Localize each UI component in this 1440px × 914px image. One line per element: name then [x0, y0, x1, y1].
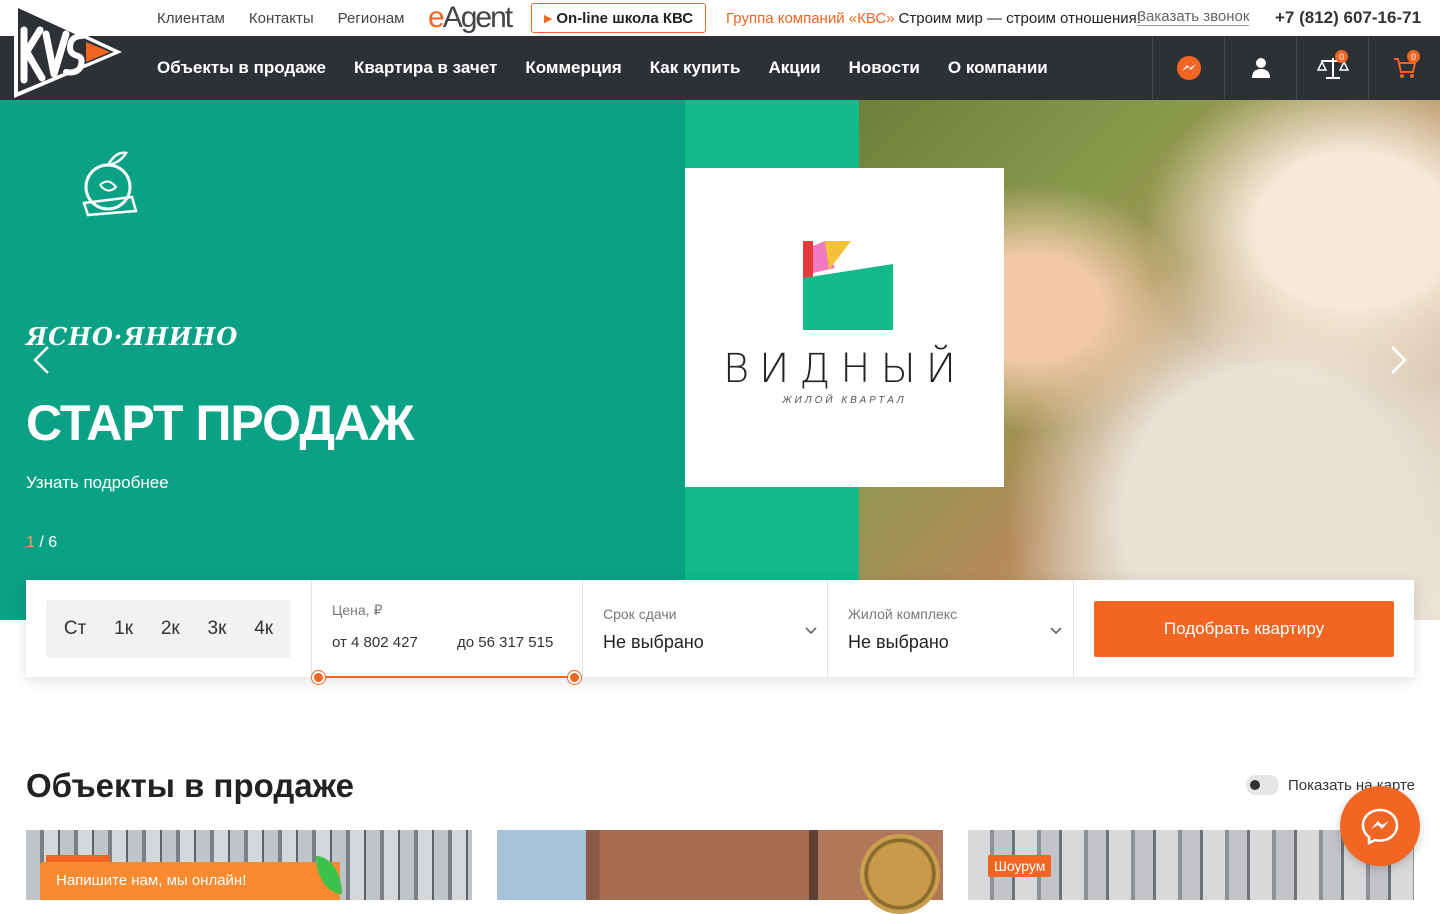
price-from-value[interactable]: от 4 802 427	[332, 634, 418, 651]
eagent-logo-e: e	[428, 1, 445, 34]
cart-button[interactable]: 0	[1368, 36, 1440, 100]
chevron-down-icon[interactable]	[804, 624, 818, 638]
vidny-book-icon	[803, 241, 893, 330]
hero-pager-total: 6	[48, 534, 58, 551]
account-button[interactable]	[1224, 36, 1296, 100]
filter-divider	[582, 580, 583, 677]
slogan-brand: Группа компаний «КВС»	[726, 9, 895, 27]
nav-item-objects[interactable]: Объекты в продаже	[157, 58, 326, 78]
kvs-logo-icon	[14, 2, 122, 98]
map-toggle-switch[interactable]	[1246, 775, 1279, 795]
price-slider-min-handle[interactable]	[312, 671, 325, 684]
price-slider-max-handle[interactable]	[568, 671, 581, 684]
compare-button[interactable]: 0	[1296, 36, 1368, 100]
prev-slide-arrow-icon[interactable]	[26, 344, 58, 376]
hero-pager-current: 1	[26, 534, 35, 551]
hero-more-link[interactable]: Узнать подробнее	[26, 473, 169, 493]
kvs-logo[interactable]	[0, 0, 130, 100]
top-bar: Клиентам Контакты Регионам eAgent ▶ On-l…	[0, 0, 1440, 36]
deadline-label: Срок сдачи	[603, 606, 677, 622]
filter-divider	[827, 580, 828, 677]
room-count-selector: Ст 1к 2к 3к 4к	[46, 600, 291, 658]
messenger-icon	[1361, 808, 1399, 846]
nav-item-promotions[interactable]: Акции	[768, 58, 820, 78]
phone-number[interactable]: +7 (812) 607-16-71	[1275, 0, 1421, 36]
chat-fab-button[interactable]	[1340, 786, 1420, 866]
callback-link[interactable]: Заказать звонок	[1137, 9, 1250, 26]
room-option-1k[interactable]: 1к	[114, 618, 133, 640]
top-link-regions[interactable]: Регионам	[338, 10, 405, 27]
slogan: Группа компаний «КВС» Строим мир — строи…	[726, 0, 1141, 36]
hero-slider: ЯСНО·ЯНИНО ВИДНЫЙ ЖИЛОЙ КВАРТАЛ СТАРТ ПР…	[0, 100, 1440, 620]
next-slide-arrow-icon[interactable]	[1382, 344, 1414, 376]
vidny-subtitle: ЖИЛОЙ КВАРТАЛ	[782, 395, 907, 406]
nav-item-news[interactable]: Новости	[849, 58, 920, 78]
yasno-yanino-logo	[24, 145, 194, 250]
price-label: Цена, ₽	[332, 602, 383, 618]
nav-item-how-to-buy[interactable]: Как купить	[650, 58, 741, 78]
filter-divider	[311, 580, 312, 677]
award-seal	[860, 834, 940, 914]
hero-pager: 1 / 6	[26, 534, 57, 552]
pick-apartment-button[interactable]: Подобрать квартиру	[1094, 601, 1394, 657]
online-school-button[interactable]: ▶ On-line школа КВС	[531, 3, 706, 33]
objects-section-title: Объекты в продаже	[26, 767, 354, 804]
hero-pager-separator: /	[34, 534, 49, 551]
nav-item-trade-in[interactable]: Квартира в зачет	[354, 58, 497, 78]
complex-label: Жилой комплекс	[848, 606, 958, 622]
compare-count-badge: 0	[1335, 50, 1348, 63]
eagent-logo-rest: Agent	[442, 1, 513, 34]
cart-count-badge: 0	[1407, 50, 1420, 63]
nav-item-about[interactable]: О компании	[948, 58, 1048, 78]
top-links: Клиентам Контакты Регионам	[157, 0, 404, 36]
nav-item-commercial[interactable]: Коммерция	[525, 58, 621, 78]
complex-select[interactable]: Не выбрано	[848, 632, 949, 653]
chevron-down-icon[interactable]	[1049, 624, 1063, 638]
top-link-contacts[interactable]: Контакты	[249, 10, 314, 27]
online-school-label: On-line школа КВС	[556, 9, 694, 27]
main-nav-links: Объекты в продаже Квартира в зачет Комме…	[157, 36, 1048, 100]
online-chat-prompt[interactable]: Напишите нам, мы онлайн!	[40, 862, 340, 900]
messenger-icon	[1176, 56, 1201, 80]
vidny-logo-card[interactable]: ВИДНЫЙ ЖИЛОЙ КВАРТАЛ	[685, 168, 1004, 487]
room-option-2k[interactable]: 2к	[161, 618, 180, 640]
room-option-studio[interactable]: Ст	[64, 618, 86, 640]
showroom-badge: Шоурум	[988, 855, 1052, 877]
slogan-text: Строим мир — строим отношения!	[898, 9, 1141, 27]
price-to-value[interactable]: до 56 317 515	[457, 634, 553, 651]
room-option-3k[interactable]: 3к	[208, 618, 227, 640]
top-link-clients[interactable]: Клиентам	[157, 10, 225, 27]
eagent-logo[interactable]: eAgent	[428, 1, 513, 34]
main-nav: Объекты в продаже Квартира в зачет Комме…	[0, 36, 1440, 100]
nav-icons: 0 0	[1152, 36, 1440, 100]
messenger-button[interactable]	[1152, 36, 1224, 100]
deadline-select[interactable]: Не выбрано	[603, 632, 704, 653]
room-option-4k[interactable]: 4к	[254, 618, 273, 640]
vidny-title: ВИДНЫЙ	[722, 346, 966, 392]
filter-divider	[1073, 580, 1074, 677]
hero-title: СТАРТ ПРОДАЖ	[26, 395, 414, 451]
apple-emblem-icon	[82, 151, 138, 217]
play-icon: ▶	[543, 12, 553, 25]
apartment-filter: Ст 1к 2к 3к 4к Цена, ₽ от 4 802 427 до 5…	[26, 580, 1414, 684]
user-icon	[1251, 58, 1270, 78]
price-slider-track[interactable]	[319, 676, 575, 678]
